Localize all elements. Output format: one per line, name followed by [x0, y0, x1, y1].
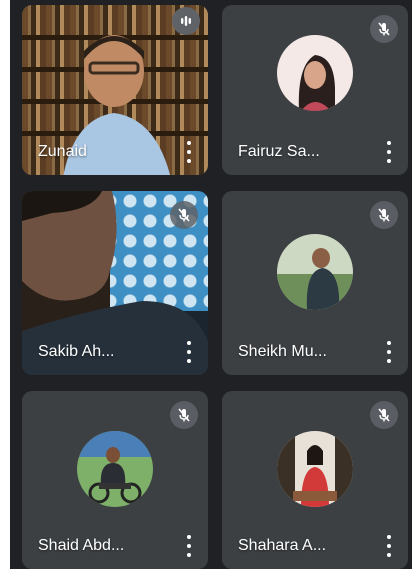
more-options-icon[interactable]	[384, 141, 394, 163]
avatar	[277, 431, 353, 508]
mic-off-icon	[370, 15, 398, 43]
participant-name: Shaid Abd...	[38, 537, 125, 554]
mic-off-icon	[370, 401, 398, 429]
mic-off-icon	[170, 401, 198, 429]
participant-tile-fairuz[interactable]: Fairuz Sa...	[222, 5, 408, 175]
participant-name: Sakib Ah...	[38, 343, 115, 360]
participant-tile-shaid[interactable]: Shaid Abd...	[22, 391, 208, 569]
participant-tile-sheikh[interactable]: Sheikh Mu...	[222, 191, 408, 375]
speaking-indicator-icon	[172, 7, 200, 35]
more-options-icon[interactable]	[184, 535, 194, 557]
more-options-icon[interactable]	[184, 341, 194, 363]
participant-name: Zunaid	[38, 143, 87, 160]
more-options-icon[interactable]	[384, 535, 394, 557]
avatar	[277, 35, 353, 111]
participant-name: Fairuz Sa...	[238, 143, 320, 160]
participant-name: Shahara A...	[238, 537, 327, 554]
participant-tile-shahara[interactable]: Shahara A...	[222, 391, 408, 569]
participant-tile-sakib[interactable]: Sakib Ah...	[22, 191, 208, 375]
avatar	[77, 431, 153, 508]
more-options-icon[interactable]	[184, 141, 194, 163]
more-options-icon[interactable]	[384, 341, 394, 363]
mic-off-icon	[170, 201, 198, 229]
meeting-grid: Zunaid Fairuz Sa... Sakib Ah... Sheikh M…	[10, 0, 412, 569]
participant-name: Sheikh Mu...	[238, 343, 327, 360]
avatar	[277, 233, 353, 310]
participant-tile-zunaid[interactable]: Zunaid	[22, 5, 208, 175]
mic-off-icon	[370, 201, 398, 229]
